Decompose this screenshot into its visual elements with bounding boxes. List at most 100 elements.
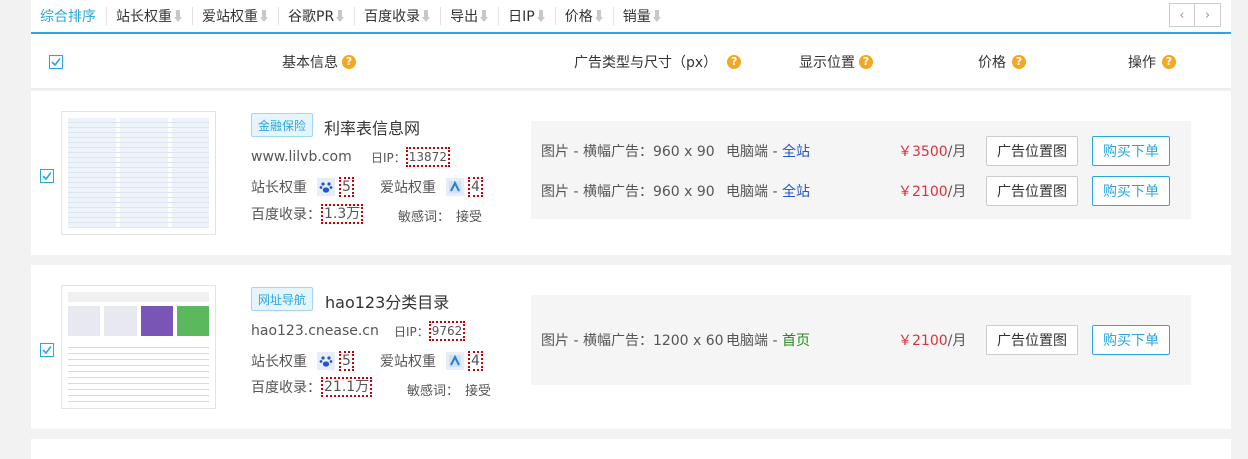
sort-comprehensive[interactable]: 综合排序 <box>31 0 106 33</box>
sort-label: 日IP <box>508 9 535 25</box>
metric-value: 5 <box>339 177 354 197</box>
listing-card <box>31 439 1231 459</box>
ad-position-map-button[interactable]: 广告位置图 <box>986 176 1078 206</box>
chevron-left-icon: ‹ <box>1179 7 1185 23</box>
price-unit: /月 <box>947 333 967 349</box>
metric-label: 敏感词： <box>407 384 460 399</box>
metric-value: 4 <box>468 351 483 371</box>
listing-card: 金融保险 利率表信息网 www.lilvb.com 日IP： 13872 站长权重… <box>31 91 1231 255</box>
sort-label: 导出 <box>450 9 479 25</box>
site-thumbnail[interactable] <box>61 285 216 409</box>
sort-label: 价格 <box>564 9 593 25</box>
header-basic-info: 基本信息? <box>282 34 356 89</box>
price-unit: /月 <box>947 184 967 200</box>
paw-icon <box>317 178 335 196</box>
sort-label: 销量 <box>622 9 651 25</box>
ip-value: 13872 <box>405 147 450 167</box>
sensitive-words: 敏感词： 接受 <box>407 380 491 399</box>
ad-position-map-button[interactable]: 广告位置图 <box>986 136 1078 166</box>
thumbnail-image <box>68 292 209 302</box>
checkbox[interactable] <box>49 54 63 69</box>
sort-daily-ip[interactable]: 日IP <box>498 0 555 33</box>
sort-google-pr[interactable]: 谷歌PR <box>278 0 354 33</box>
metric-value: 接受 <box>465 384 492 399</box>
sort-baidu-index[interactable]: 百度收录 <box>354 0 440 33</box>
ad-price: ￥2100/月 <box>898 330 966 350</box>
sensitive-words: 敏感词： 接受 <box>398 206 482 225</box>
sort-down-icon <box>652 10 661 22</box>
header-label: 显示位置 <box>799 54 855 71</box>
daily-ip: 日IP： 13872 <box>371 147 450 167</box>
help-icon[interactable]: ? <box>727 54 742 69</box>
ad-slot-row: 图片 - 横幅广告：960 x 90 电脑端 - 全站 ￥2100/月 广告位置… <box>531 171 1191 211</box>
site-name[interactable]: hao123分类目录 <box>325 289 449 313</box>
position-value: 全站 <box>781 144 810 160</box>
help-icon[interactable]: ? <box>1012 54 1026 69</box>
baidu-index: 百度收录： 1.3万 <box>251 204 364 224</box>
site-url: hao123.cnease.cn <box>251 323 379 339</box>
ad-desc: 图片 - 横幅广告：1200 x 60 <box>541 333 724 349</box>
sort-price[interactable]: 价格 <box>554 0 613 33</box>
ad-slots: 图片 - 横幅广告：1200 x 60 电脑端 - 首页 ￥2100/月 广告位… <box>531 295 1191 385</box>
sort-label: 爱站权重 <box>202 9 258 25</box>
ip-value: 9762 <box>428 321 466 341</box>
header-label: 操作 <box>1128 54 1156 71</box>
ad-desc: 图片 - 横幅广告：960 x 90 <box>541 184 715 200</box>
ad-price: ￥2100/月 <box>898 181 966 201</box>
sort-export[interactable]: 导出 <box>440 0 498 33</box>
sort-bar: 综合排序 站长权重 爱站权重 谷歌PR 百度收录 导出 日IP 价格 销量 ‹ … <box>31 0 1231 34</box>
sort-zz-weight[interactable]: 站长权重 <box>106 0 192 33</box>
help-icon[interactable]: ? <box>1162 54 1176 69</box>
metric-label: 百度收录： <box>251 207 321 223</box>
ad-price: ￥3500/月 <box>898 141 966 161</box>
chevron-right-icon: › <box>1204 7 1211 23</box>
sort-az-weight[interactable]: 爱站权重 <box>192 0 278 33</box>
page: 综合排序 站长权重 爱站权重 谷歌PR 百度收录 导出 日IP 价格 销量 ‹ … <box>31 0 1231 459</box>
buy-button[interactable]: 购买下单 <box>1092 136 1170 166</box>
metric-label: 敏感词： <box>398 210 451 225</box>
ad-position: 电脑端 - 全站 <box>726 181 810 201</box>
ad-position-map-button[interactable]: 广告位置图 <box>986 325 1078 355</box>
sort-down-icon <box>336 10 345 22</box>
checkbox[interactable] <box>40 169 54 183</box>
prev-page-button[interactable]: ‹ <box>1169 3 1195 27</box>
checkbox[interactable] <box>40 343 54 357</box>
az-weight: 爱站权重 4 <box>380 351 483 371</box>
help-icon[interactable]: ? <box>859 54 873 69</box>
position-value: 全站 <box>781 184 810 200</box>
ad-slots: 图片 - 横幅广告：960 x 90 电脑端 - 全站 ￥3500/月 广告位置… <box>531 121 1191 219</box>
az-weight: 爱站权重 4 <box>380 177 483 197</box>
metric-label: 站长权重 <box>251 180 307 196</box>
buy-button[interactable]: 购买下单 <box>1092 176 1170 206</box>
category-tag: 网址导航 <box>251 287 314 311</box>
buy-button[interactable]: 购买下单 <box>1092 325 1170 355</box>
thumbnail-image <box>68 342 209 402</box>
listing-checkbox[interactable] <box>40 169 54 183</box>
price-value: ￥2100 <box>898 333 948 349</box>
help-icon[interactable]: ? <box>342 54 356 69</box>
header-label: 价格 <box>978 54 1006 71</box>
site-name[interactable]: 利率表信息网 <box>324 115 420 139</box>
listing-checkbox[interactable] <box>40 343 54 357</box>
select-all-checkbox[interactable] <box>49 34 63 89</box>
sort-label: 百度收录 <box>364 9 421 25</box>
sort-down-icon <box>480 10 489 22</box>
sort-down-icon <box>174 10 182 22</box>
metric-label: 站长权重 <box>251 354 307 370</box>
next-page-button[interactable]: › <box>1195 3 1221 27</box>
sort-down-icon <box>594 10 603 22</box>
thumbnail-image <box>68 118 209 228</box>
az-icon <box>446 352 464 370</box>
sort-sales[interactable]: 销量 <box>612 0 671 33</box>
sort-down-icon <box>536 10 545 22</box>
ad-slot-row: 图片 - 横幅广告：960 x 90 电脑端 - 全站 ￥3500/月 广告位置… <box>531 131 1191 171</box>
zz-weight: 站长权重 5 <box>251 177 354 197</box>
baidu-index: 百度收录： 21.1万 <box>251 377 373 397</box>
ip-label: 日IP： <box>394 324 429 339</box>
listing-card: 网址导航 hao123分类目录 hao123.cnease.cn 日IP： 976… <box>31 265 1231 429</box>
position-value: 首页 <box>781 333 810 349</box>
site-thumbnail[interactable] <box>61 111 216 235</box>
paw-icon <box>317 352 335 370</box>
ad-position: 电脑端 - 首页 <box>726 330 810 350</box>
check-icon <box>42 346 52 355</box>
